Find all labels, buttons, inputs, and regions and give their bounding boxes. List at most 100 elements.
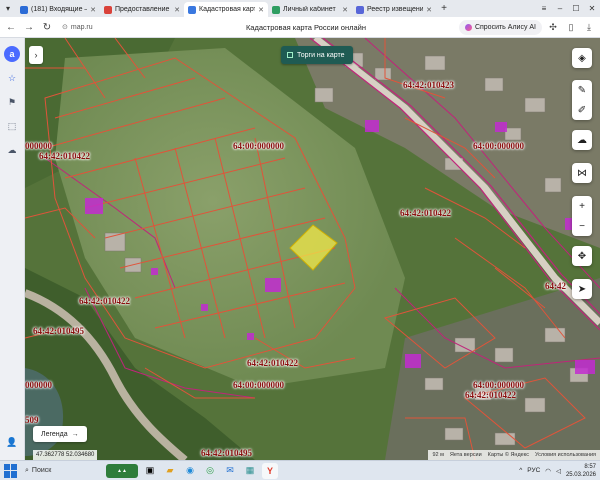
clock-time: 8:57 [584,463,596,470]
wifi-icon[interactable]: ◠ [545,467,551,475]
reload-icon[interactable]: ↻ [40,22,54,33]
auctions-on-map-label: Торги на карте [297,51,345,59]
tab-notices-registry[interactable]: Реестр извещений ✕ [352,2,436,17]
auctions-on-map-button[interactable]: Торги на карте [281,46,353,64]
task-view-icon[interactable]: ▣ [142,463,158,479]
layers-icon[interactable]: ◈ [572,48,592,68]
cadastral-label[interactable]: 64:00:000000 [473,380,524,390]
clock-date: 25.03.2026 [565,471,596,478]
browser-sidebar: a ☆ ⚑ ⬚ ☁ 👤 [0,38,25,460]
yandex-browser-icon[interactable]: Y [262,462,278,479]
downloads-icon[interactable]: ⤓ [582,22,596,33]
cadastral-label[interactable]: 64:42 [545,281,566,291]
chevron-up-icon[interactable]: ^ [519,467,522,474]
pan-control: ✥ [572,246,592,266]
taskbar-search[interactable]: ⌕ Поиск [22,464,102,478]
shield-icon [356,5,364,14]
search-icon: ⌕ [25,466,29,474]
cadastral-label[interactable]: 64:42:010495 [201,448,252,458]
mail-app-icon[interactable]: ✉ [222,463,238,479]
alice-sidebar-icon[interactable]: a [4,46,20,62]
pencil-icon[interactable]: ✎ [572,80,592,100]
cadastral-label[interactable]: 000000 [25,141,52,151]
attribution-terms[interactable]: Условия использования [535,452,596,458]
ask-alice-label: Спросить Алису AI [474,23,536,31]
close-window-icon[interactable]: ✕ [584,0,600,17]
cadastral-label[interactable]: 64:42:010422 [79,296,130,306]
star-icon[interactable]: ☆ [4,70,20,86]
cadastral-label[interactable]: 64:00:000000 [233,141,284,151]
maximize-icon[interactable]: ☐ [568,0,584,17]
cadastral-map[interactable]: 64:42:010423 64:42:010422 64:00:000000 6… [25,38,600,460]
extensions-icon[interactable]: ✣ [546,22,560,33]
tab-menu-icon[interactable]: ▾ [0,0,16,17]
site-icon [104,5,112,14]
cadastral-label[interactable]: 64:42:010422 [39,151,90,161]
location-arrow-icon[interactable]: ➤ [572,279,592,299]
cadastral-label[interactable]: 000000 [25,380,52,390]
menu-icon[interactable]: ≡ [536,0,552,17]
close-icon[interactable]: ✕ [258,6,264,14]
attribution-version[interactable]: Яета версии [450,452,482,458]
scale-label: 92 м [432,452,444,458]
cadastral-label[interactable]: 64:42:010422 [400,208,451,218]
layers-control: ◈ [572,48,592,68]
widgets-icon[interactable]: ▲▲ [106,463,138,478]
bookmark-icon[interactable]: ▯ [564,22,578,33]
browser-tab-strip: ▾ (181) Входящие — Ра ✕ Предоставление с… [0,0,600,17]
url-text: map.ru [70,23,93,31]
zoom-in-button[interactable]: + [572,196,592,216]
arrow-right-icon: → [71,430,79,438]
cadastral-label[interactable]: 64:42:010422 [465,390,516,400]
minimize-icon[interactable]: – [552,0,568,17]
close-icon[interactable]: ✕ [90,6,96,14]
locate-control: ➤ [572,279,592,299]
cadastral-label[interactable]: 64:42:010422 [247,358,298,368]
cloud-icon[interactable]: ☁ [4,142,20,158]
url-field[interactable]: ⊙ map.ru [58,20,153,35]
share-icon[interactable]: ⋈ [572,163,592,183]
expand-panel-button[interactable]: › [29,46,43,64]
cadastral-label[interactable]: 64:42:010423 [403,80,454,90]
cadastral-label[interactable]: 64:00:000000 [233,380,284,390]
close-icon[interactable]: ✕ [342,6,348,14]
back-icon[interactable]: ← [4,22,18,33]
draw-controls: ✎ ✐ [572,80,592,120]
tab-personal-account[interactable]: Личный кабинет ✕ [268,2,352,17]
close-icon[interactable]: ✕ [426,6,432,14]
zoom-out-button[interactable]: − [572,216,592,236]
tab-title: (181) Входящие — Ра [31,6,87,13]
cloud-upload-icon[interactable]: ☁ [572,130,592,150]
close-icon[interactable]: ✕ [174,6,180,14]
edge-icon[interactable]: ◉ [182,463,198,479]
tab-inbox[interactable]: (181) Входящие — Ра ✕ [16,2,100,17]
security-icon: ⊙ [62,24,68,31]
explorer-icon[interactable]: ▰ [162,463,178,479]
screenshot-icon[interactable]: ⬚ [4,118,20,134]
image-app-icon[interactable]: ▦ [242,463,258,479]
volume-icon[interactable]: ◁ [556,467,561,475]
ask-alice-button[interactable]: Спросить Алису AI [458,19,542,35]
edit-icon[interactable]: ✐ [572,100,592,120]
windows-taskbar: ⌕ Поиск ▲▲ ▣ ▰ ◉ ◎ ✉ ▦ Y ^ РУС ◠ ◁ 8:57 … [0,460,600,480]
tab-cadastral-map[interactable]: Кадастровая карта ✕ [184,2,268,17]
search-label: Поиск [31,467,52,474]
forward-icon[interactable]: → [22,22,36,33]
cadastral-label[interactable]: 64:42:010495 [33,326,84,336]
new-tab-button[interactable]: + [436,3,452,14]
language-indicator[interactable]: РУС [527,467,540,474]
move-icon[interactable]: ✥ [572,246,592,266]
tab-title: Предоставление свед [115,6,171,13]
start-icon[interactable] [4,463,18,478]
chrome-icon[interactable]: ◎ [202,463,218,479]
user-icon[interactable]: 👤 [4,434,20,450]
flag-icon[interactable]: ⚑ [4,94,20,110]
tab-title: Кадастровая карта [199,6,256,13]
legend-button[interactable]: Легенда → [33,426,87,442]
clock[interactable]: 8:57 25.03.2026 [566,463,596,479]
tab-info-request[interactable]: Предоставление свед ✕ [100,2,184,17]
cadastral-label[interactable]: 64:00:000000 [473,141,524,151]
cadastral-label[interactable]: 509 [25,415,39,425]
attribution-copyright[interactable]: Карты © Яндекс [488,452,529,458]
alice-icon [464,23,472,31]
